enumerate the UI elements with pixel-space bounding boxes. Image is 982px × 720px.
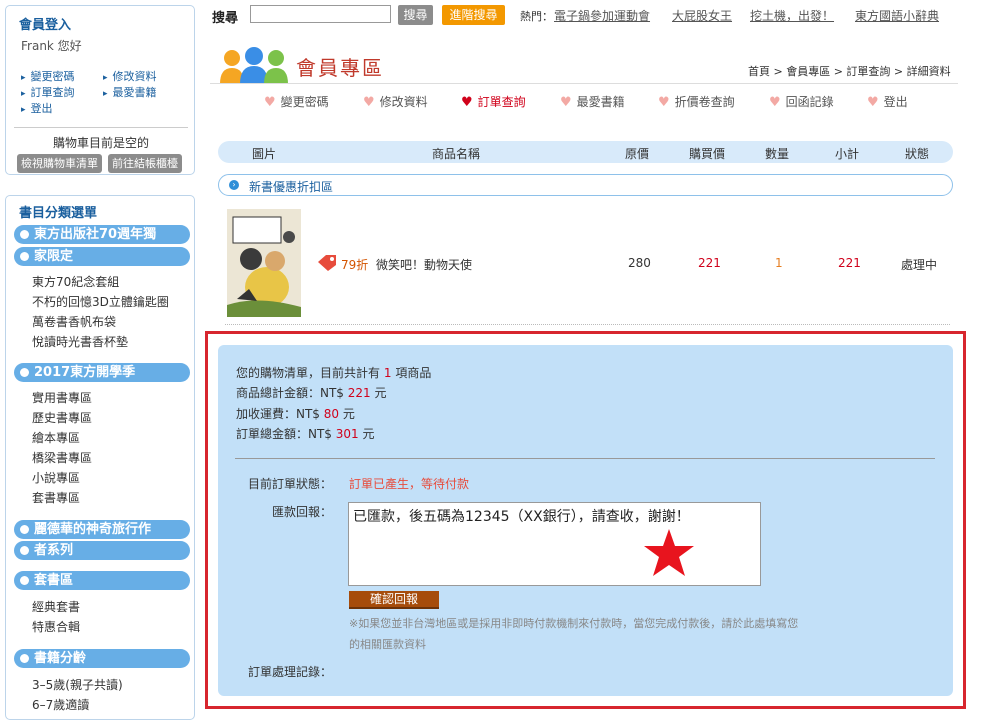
divider [210, 83, 958, 84]
category-item[interactable]: 套書專區 [32, 489, 80, 506]
category-menu-title: 書目分類選單 [19, 206, 98, 221]
heart-check-icon: ♥ [363, 95, 375, 110]
category-item[interactable]: 不朽的回憶3D立體鑰匙圈 [32, 293, 169, 310]
link-logout[interactable]: 登出 [21, 100, 53, 116]
member-login-panel: 會員登入 Frank 您好 變更密碼 修改資料 訂單查詢 最愛書籍 登出 購物車… [5, 5, 195, 175]
discount-label: 79折 [341, 258, 369, 272]
tab-reply-records[interactable]: ♥ 回函記錄 [769, 93, 834, 110]
member-zone-title: 會員專區 [296, 56, 384, 80]
tab-label: 登出 [883, 95, 908, 109]
view-cart-button[interactable]: 檢視購物車清單 [17, 154, 102, 173]
heart-check-icon: ♥ [867, 95, 879, 110]
link-edit-profile[interactable]: 修改資料 [103, 68, 157, 84]
link-favorite-books[interactable]: 最愛書籍 [103, 84, 157, 100]
category-header-age[interactable]: 書籍分齡 [14, 649, 190, 668]
category-item[interactable]: 特惠合輯 [32, 618, 80, 635]
subtotal: 221 [838, 256, 861, 270]
heart-check-icon: ♥ [769, 95, 781, 110]
checkout-button[interactable]: 前往結帳櫃檯 [108, 154, 182, 173]
hot-label: 熱門： [520, 10, 553, 23]
divider [225, 324, 950, 325]
category-item[interactable]: 6–7歲適讀 [32, 696, 89, 713]
tab-label: 變更密碼 [280, 95, 329, 109]
category-header-70th-cont[interactable]: 家限定 [14, 247, 190, 266]
category-item[interactable]: 經典套書 [32, 598, 80, 615]
tab-logout[interactable]: ♥ 登出 [867, 93, 908, 110]
login-title: 會員登入 [19, 18, 72, 33]
cart-status: 購物車目前是空的 [52, 136, 149, 150]
sale-price: 221 [698, 256, 721, 270]
tab-label: 最愛書籍 [576, 95, 625, 109]
category-header-author-series-cont[interactable]: 者系列 [14, 541, 190, 560]
column-header: 狀態 [905, 147, 930, 161]
hot-link[interactable]: 大屁股女王 [672, 7, 732, 24]
category-item[interactable]: 實用書專區 [32, 389, 92, 406]
discount-tag-icon [318, 255, 336, 271]
search-button[interactable]: 搜尋 [398, 5, 433, 25]
category-item[interactable]: 橋梁書專區 [32, 449, 92, 466]
chevron-right-icon: › [229, 180, 239, 190]
product-name[interactable]: 微笑吧！動物天使 [376, 256, 472, 273]
category-header-70th[interactable]: 東方出版社70週年獨 [14, 225, 190, 244]
category-item[interactable]: 東方70紀念套組 [32, 273, 119, 290]
breadcrumb: 首頁 > 會員專區 > 訂單查詢 > 詳細資料 [748, 65, 951, 78]
members-logo-icon [220, 47, 288, 84]
advanced-search-button[interactable]: 進階搜尋 [442, 5, 505, 25]
category-item[interactable]: 萬卷書香帆布袋 [32, 313, 116, 330]
column-header: 圖片 [252, 147, 277, 161]
book-cover-image[interactable] [227, 209, 301, 317]
tab-label: 修改資料 [379, 95, 428, 109]
order-table-header: 圖片 商品名稱 原價 購買價 數量 小計 狀態 [218, 141, 953, 163]
hot-link[interactable]: 挖土機，出發！ [750, 7, 834, 24]
column-header: 購買價 [689, 147, 726, 161]
heart-check-icon: ♥ [560, 95, 572, 110]
hot-link[interactable]: 東方國語小辭典 [855, 7, 939, 24]
search-label: 搜尋 [212, 11, 239, 26]
column-header: 小計 [835, 147, 860, 161]
tab-label: 折價卷查詢 [674, 95, 735, 109]
column-header: 數量 [765, 147, 790, 161]
tab-favorite-books[interactable]: ♥ 最愛書籍 [560, 93, 625, 110]
category-item[interactable]: 3–5歲(親子共讀) [32, 676, 123, 693]
tab-edit-profile[interactable]: ♥ 修改資料 [363, 93, 428, 110]
new-book-promo-bar[interactable]: › 新書優惠折扣區 [218, 174, 953, 196]
heart-check-icon: ♥ [658, 95, 670, 110]
category-item[interactable]: 歷史書專區 [32, 409, 92, 426]
category-header-back-to-school[interactable]: 2017東方開學季 [14, 363, 190, 382]
hot-link[interactable]: 電子鍋參加運動會 [554, 7, 650, 24]
tab-change-password[interactable]: ♥ 變更密碼 [264, 93, 329, 110]
tab-label: 回函記錄 [785, 95, 834, 109]
category-item[interactable]: 繪本專區 [32, 429, 80, 446]
category-header-sets[interactable]: 套書區 [14, 571, 190, 590]
heart-check-icon: ♥ [461, 95, 473, 110]
order-status: 處理中 [901, 258, 938, 272]
tab-label: 訂單查詢 [477, 95, 526, 109]
column-header: 原價 [625, 147, 650, 161]
promo-label: 新書優惠折扣區 [249, 180, 334, 194]
search-input[interactable] [250, 5, 391, 23]
heart-check-icon: ♥ [264, 95, 276, 110]
category-item[interactable]: 小說專區 [32, 469, 80, 486]
highlight-frame [205, 331, 966, 709]
tab-order-query[interactable]: ♥ 訂單查詢 [461, 93, 526, 110]
link-change-password[interactable]: 變更密碼 [21, 68, 75, 84]
quantity: 1 [775, 256, 783, 270]
original-price: 280 [628, 256, 651, 270]
divider [14, 127, 188, 128]
link-order-query[interactable]: 訂單查詢 [21, 84, 75, 100]
category-item[interactable]: 悅讀時光書香杯墊 [32, 333, 128, 350]
category-menu: 書目分類選單 東方出版社70週年獨 家限定 東方70紀念套組 不朽的回憶3D立體… [5, 195, 195, 720]
tab-coupon-query[interactable]: ♥ 折價卷查詢 [658, 93, 735, 110]
column-header: 商品名稱 [432, 147, 481, 161]
category-header-author-series[interactable]: 麗德華的神奇旅行作 [14, 520, 190, 539]
login-username: Frank 您好 [21, 39, 82, 53]
